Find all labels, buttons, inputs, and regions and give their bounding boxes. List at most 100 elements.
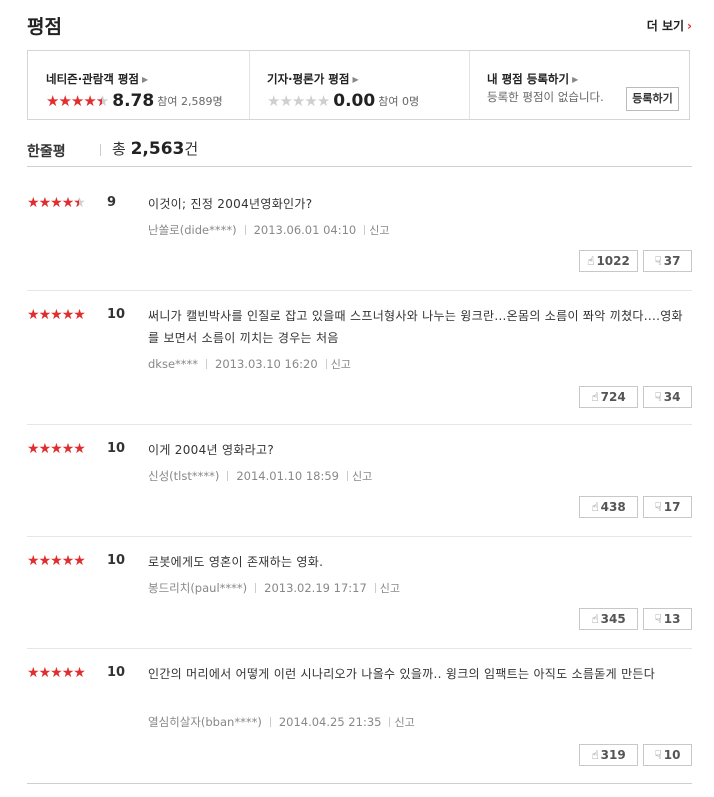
- review-star-rating: ★★★★★: [27, 307, 86, 323]
- my-rating-message: 등록한 평점이 없습니다.: [487, 90, 604, 104]
- review-total: 총 2,563건: [112, 138, 198, 159]
- divider: [269, 717, 271, 727]
- dislike-count: 10: [663, 748, 681, 762]
- dislike-button[interactable]: ☟ 17: [643, 496, 692, 518]
- star-icon: ★: [38, 441, 52, 457]
- like-button[interactable]: ☝ 724: [579, 386, 638, 408]
- review-user[interactable]: dkse****: [148, 357, 198, 371]
- like-button[interactable]: ☝ 345: [579, 608, 638, 630]
- review-user[interactable]: 열심히살자(bban****): [148, 715, 262, 729]
- thumbs-up-icon: ☝: [591, 612, 599, 626]
- my-rating-label: 내 평점 등록하기: [487, 72, 570, 86]
- star-icon: ★: [27, 665, 40, 681]
- like-count: 438: [600, 500, 626, 514]
- like-button[interactable]: ☝ 319: [579, 744, 638, 766]
- star-icon: ★: [83, 91, 96, 110]
- thumbs-down-icon: ☟: [654, 500, 662, 514]
- star-icon: ★: [291, 91, 305, 110]
- my-rating-link[interactable]: 내 평점 등록하기 ▶: [487, 71, 578, 87]
- star-icon: ★: [38, 553, 52, 569]
- thumbs-down-icon: ☟: [654, 390, 662, 404]
- review-date: 2014.01.10 18:59: [236, 469, 339, 483]
- critic-star-rating: ★★★★★: [267, 91, 330, 110]
- like-count: 319: [600, 748, 626, 762]
- divider: [244, 225, 246, 235]
- rating-section-header: 평점 더 보기 ›: [27, 12, 692, 40]
- divider: [364, 225, 366, 235]
- star-icon: ★: [58, 91, 71, 110]
- review-divider: [27, 290, 692, 291]
- dislike-count: 13: [663, 612, 681, 626]
- divider: [255, 583, 257, 593]
- thumbs-up-icon: ☝: [591, 390, 599, 404]
- review-star-rating: ★★★★★: [27, 441, 86, 457]
- star-icon: ★: [27, 195, 40, 211]
- register-rating-button[interactable]: 등록하기: [626, 87, 679, 111]
- review-star-rating: ★★★★★: [27, 195, 86, 211]
- caret-right-icon: ▶: [572, 75, 579, 84]
- critic-participants: 참여 0명: [378, 94, 420, 108]
- review-meta: 봉드리치(paul****) 2013.02.19 17:17 신고: [148, 580, 400, 596]
- review-item: ★★★★★9이것이; 진정 2004년영화인가?난쏠로(dide****)201…: [27, 195, 692, 274]
- review-item: ★★★★★ 10 이게 2004년 영화라고? 신성(tlst****) 2014.01…: [27, 441, 692, 520]
- review-user[interactable]: 신성(tlst****): [148, 469, 219, 483]
- dislike-button[interactable]: ☟ 37: [643, 250, 692, 272]
- thumbs-down-icon: ☟: [654, 748, 662, 762]
- star-icon: ★: [50, 307, 63, 323]
- chevron-right-icon: ›: [687, 19, 692, 33]
- netizen-participants: 참여 2,589명: [157, 94, 223, 108]
- review-score: 10: [107, 553, 126, 568]
- list-bottom-border: [27, 783, 692, 784]
- review-score: 10: [107, 307, 126, 322]
- star-half-icon: ★: [73, 195, 86, 211]
- like-button[interactable]: ☝ 1022: [579, 250, 638, 272]
- total-prefix: 총: [112, 140, 126, 158]
- review-divider: [27, 424, 692, 425]
- more-link[interactable]: 더 보기 ›: [647, 17, 692, 34]
- star-icon: ★: [304, 91, 317, 110]
- report-link[interactable]: 신고: [352, 470, 372, 483]
- review-divider: [27, 536, 692, 537]
- star-icon: ★: [70, 91, 84, 110]
- review-date: 2013.03.10 16:20: [215, 357, 318, 371]
- review-date: 2014.04.25 21:35: [278, 715, 382, 729]
- review-date: 2013.06.01 04:10: [253, 223, 357, 237]
- thumbs-down-icon: ☟: [654, 254, 662, 268]
- review-user[interactable]: 난쏠로(dide****): [148, 223, 237, 237]
- report-link[interactable]: 신고: [331, 358, 351, 371]
- star-icon: ★: [61, 195, 75, 211]
- like-button[interactable]: ☝ 438: [579, 496, 638, 518]
- critic-rating-link[interactable]: 기자·평론가 평점 ▶: [267, 71, 359, 87]
- caret-right-icon: ▶: [142, 75, 149, 84]
- like-count: 345: [600, 612, 626, 626]
- report-link[interactable]: 신고: [380, 582, 400, 595]
- star-icon: ★: [50, 665, 63, 681]
- review-star-rating: ★★★★★: [27, 553, 86, 569]
- divider: [206, 359, 208, 369]
- star-icon: ★: [73, 553, 86, 569]
- star-icon: ★: [50, 441, 63, 457]
- review-user[interactable]: 봉드리치(paul****): [148, 581, 247, 595]
- netizen-rating-link[interactable]: 네티즌·관람객 평점 ▶: [46, 71, 148, 87]
- dislike-button[interactable]: ☟ 34: [643, 386, 692, 408]
- divider: [227, 471, 229, 481]
- review-item: ★★★★★ 10 로봇에게도 영혼이 존재하는 영화. 봉드리치(paul****) 2…: [27, 553, 692, 632]
- review-text: 이것이; 진정 2004년영화인가?: [148, 197, 313, 211]
- report-link[interactable]: 신고: [394, 716, 414, 729]
- total-count: 2,563: [130, 139, 185, 159]
- dislike-button[interactable]: ☟ 10: [643, 744, 692, 766]
- one-line-review-label: 한줄평: [27, 144, 66, 160]
- section-title: 평점: [27, 16, 62, 38]
- divider: [325, 359, 327, 369]
- thumbs-up-icon: ☝: [587, 254, 595, 268]
- thumbs-up-icon: ☝: [591, 500, 599, 514]
- review-count-bar: 한줄평 총 2,563건: [27, 138, 692, 167]
- star-icon: ★: [38, 195, 52, 211]
- caret-right-icon: ▶: [352, 75, 359, 84]
- report-link[interactable]: 신고: [369, 224, 389, 237]
- star-icon: ★: [27, 307, 40, 323]
- dislike-button[interactable]: ☟ 13: [643, 608, 692, 630]
- review-divider: [27, 648, 692, 649]
- divider: [347, 471, 348, 481]
- dislike-count: 37: [663, 254, 681, 268]
